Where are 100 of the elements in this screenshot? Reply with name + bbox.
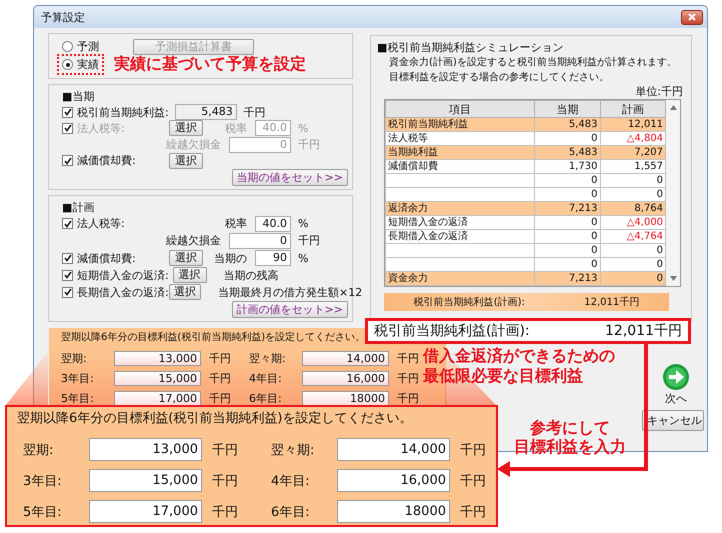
table-cell: 返済余力 [386, 202, 534, 216]
select-button[interactable]: 選択 [169, 284, 201, 300]
input-field[interactable]: 18000 [337, 500, 450, 523]
input-field[interactable]: 18000 [302, 390, 389, 406]
annotation-text: 参考にして [529, 418, 611, 437]
unit-label: 千円 [396, 370, 419, 386]
input-field[interactable]: 90 [255, 250, 291, 266]
input-field[interactable]: 13,000 [114, 350, 201, 366]
table-cell: 5,483 [534, 146, 600, 160]
field-label: 翌期: [61, 350, 88, 366]
unit-label: 千円 [208, 370, 232, 386]
checkbox[interactable] [62, 106, 73, 118]
radio-label: 実績 [77, 57, 99, 72]
unit-label: % [298, 122, 310, 135]
field-label: 当期の [214, 250, 247, 266]
table-cell: 0 [600, 258, 666, 272]
unit-label: 千円 [211, 472, 239, 490]
table-cell: 0 [534, 132, 600, 146]
unit-label: 千円 [298, 233, 321, 248]
select-button[interactable]: 選択 [172, 267, 207, 284]
unit-label: 千円 [211, 442, 239, 458]
summary-label: 税引前当期純利益(計画): [414, 296, 525, 309]
input-field[interactable]: 14,000 [302, 350, 389, 366]
table-cell: 0 [600, 174, 666, 188]
next-button[interactable]: 次へ [656, 363, 696, 406]
cancel-button[interactable]: キャンセル [642, 410, 704, 431]
input-field[interactable]: 15,000 [89, 469, 202, 492]
table-cell: 0 [600, 272, 666, 286]
table-cell: △4,764 [600, 230, 666, 244]
instruction-text: 翌期以降6年分の目標利益(税引前当期純利益)を設定してください。 [17, 410, 414, 428]
checkbox[interactable] [62, 270, 73, 281]
table-cell: 0 [534, 244, 600, 258]
unit-label: 千円 [298, 137, 321, 152]
window-title: 予算設定 [41, 10, 85, 24]
table-cell: 0 [534, 216, 600, 230]
field-label: 繰越欠損金 [166, 137, 221, 152]
select-button[interactable]: 選択 [169, 250, 203, 266]
table-cell: 8,764 [600, 202, 666, 216]
input-field[interactable]: 17,000 [89, 500, 202, 523]
table-cell: 7,213 [534, 272, 600, 286]
set-values-button[interactable]: 計画の値をセット>> [232, 301, 348, 318]
summary-value: 12,011千円 [584, 296, 640, 309]
input-field[interactable]: 0 [229, 232, 291, 249]
table-cell: 減価償却費 [386, 160, 534, 174]
select-button[interactable]: 選択 [169, 152, 203, 169]
input-field[interactable]: 17,000 [114, 390, 201, 406]
field-label: 4年目: [249, 370, 283, 386]
section-heading: ■計画 [62, 200, 96, 215]
unit-label: 千円 [208, 350, 232, 366]
unit-label: 千円 [459, 472, 486, 490]
checkbox[interactable] [62, 218, 73, 230]
unit-label: 千円 [459, 442, 486, 458]
input-field[interactable]: 13,000 [89, 438, 202, 461]
column-header: 当期 [534, 100, 600, 118]
field-label: 3年目: [61, 370, 95, 386]
table-cell: △4,804 [600, 132, 666, 146]
field-label: 長期借入金の返済: [77, 284, 165, 300]
checkbox[interactable] [62, 155, 73, 166]
field-label: 法人税等: [77, 120, 126, 136]
column-header: 項目 [386, 100, 534, 118]
checkbox[interactable] [62, 286, 73, 298]
scrollbar[interactable] [666, 100, 680, 286]
input-field[interactable]: 15,000 [114, 370, 201, 386]
scroll-down-icon [670, 276, 677, 281]
unit-label: 千円 [396, 350, 419, 366]
scroll-up-icon [670, 105, 677, 110]
table-cell: 12,011 [600, 118, 666, 132]
unit-label: 千円 [459, 504, 486, 520]
table-cell: 5,483 [534, 118, 600, 132]
close-icon [688, 13, 696, 21]
table-cell: 0 [600, 244, 666, 258]
input-field[interactable]: 40.0 [255, 216, 291, 232]
table-cell: 0 [534, 174, 600, 188]
set-values-button[interactable]: 当期の値をセット>> [232, 169, 348, 186]
radio-button[interactable] [62, 41, 73, 52]
table-cell: 税引前当期純利益 [386, 118, 534, 132]
unit-label: % [298, 252, 310, 264]
checkbox[interactable] [62, 252, 73, 264]
callout-label: 税引前当期純利益(計画): [374, 322, 530, 340]
close-button[interactable] [681, 10, 703, 24]
table-cell: 7,213 [534, 202, 600, 216]
section-heading: ■税引前当期純利益シミュレーション [377, 40, 564, 55]
field-label: 減価償却費: [77, 153, 137, 168]
unit-label: 千円 [396, 390, 419, 406]
input-field[interactable]: 14,000 [337, 438, 450, 461]
unit-label: 千円 [208, 390, 232, 406]
value-field: 5,483 [174, 104, 237, 120]
radio-button[interactable] [62, 59, 73, 70]
table-cell: △4,000 [600, 216, 666, 230]
unit-label: 千円 [244, 104, 267, 120]
field-label: 翌々期: [249, 350, 287, 366]
field-label: 繰越欠損金 [166, 233, 221, 248]
section-heading: ■当期 [62, 89, 96, 104]
input-field[interactable]: 16,000 [302, 370, 389, 386]
instruction-text: 翌期以降6年分の目標利益(税引前当期純利益)を設定してください。 [61, 331, 366, 345]
field-label: 3年目: [22, 472, 63, 490]
note-text: 当期最終月の借方発生額×12 [218, 284, 362, 300]
field-label: 6年目: [249, 390, 283, 406]
unit-label: % [298, 217, 310, 230]
input-field[interactable]: 16,000 [337, 469, 450, 492]
